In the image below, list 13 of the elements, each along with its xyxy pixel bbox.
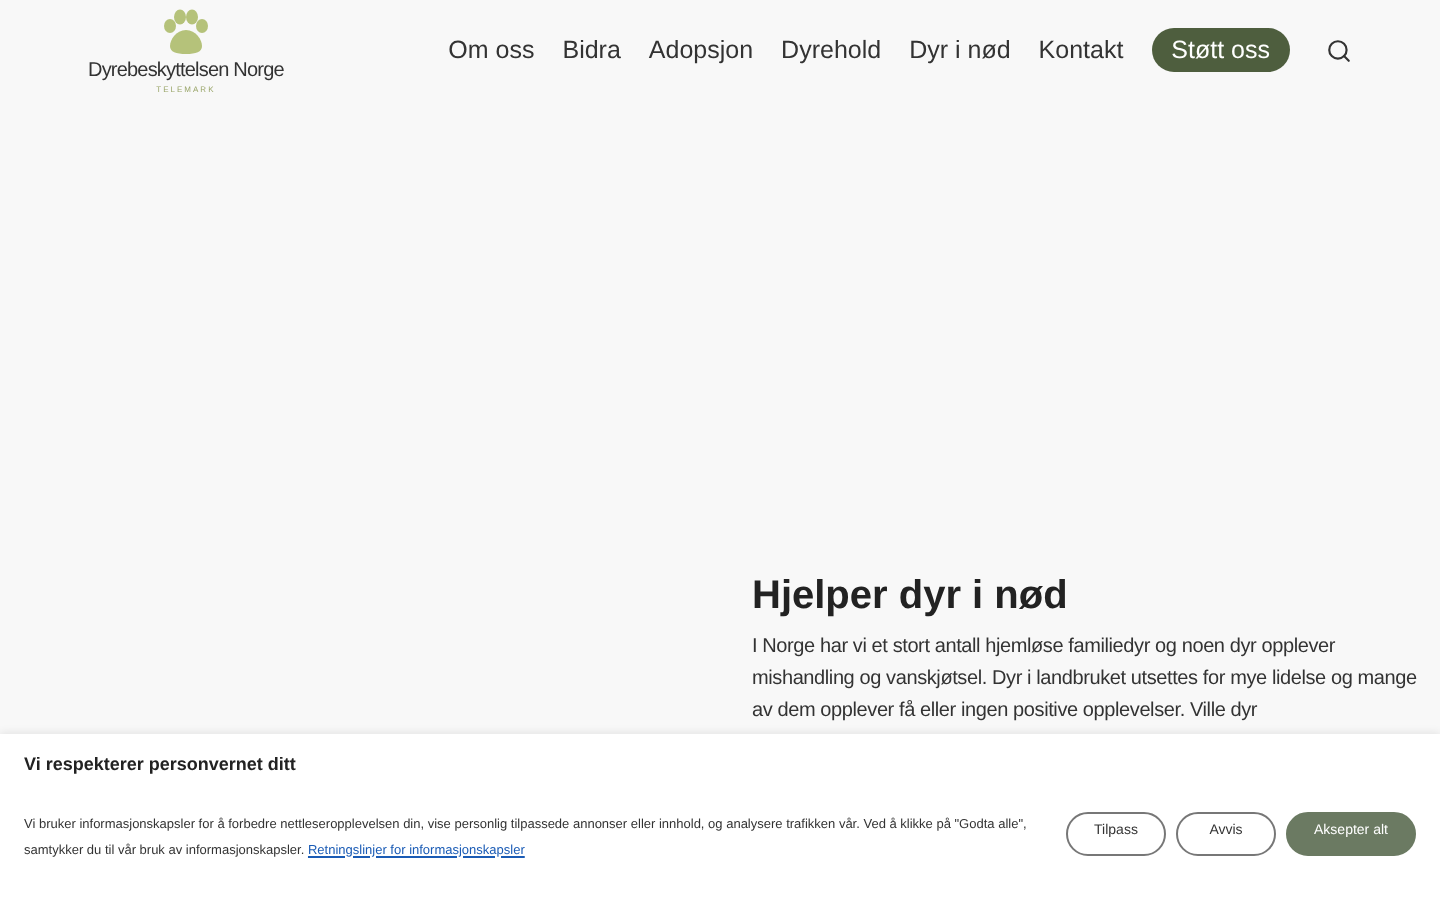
nav-link[interactable]: Kontakt (1038, 31, 1124, 69)
paw-logo-icon (159, 8, 212, 56)
nav-link[interactable]: Dyr i nød (909, 31, 1011, 69)
hero-heading: Hjelper dyr i nød (752, 572, 1070, 620)
search-icon[interactable] (1326, 37, 1352, 63)
nav-link[interactable]: Dyrehold (781, 31, 882, 69)
support-button[interactable]: Støtt oss (1151, 28, 1290, 72)
nav-link[interactable]: Om oss (448, 31, 535, 69)
cookie-title: Vi respekterer personvernet ditt (24, 752, 298, 778)
hero-text: I Norge har vi et stort antall hjemløse familiedyr og noen dyr opplever mishandling og vanskjøtsel. Dyr i landbruket utsettes for mye lidelse og mange av dem opplever få eller ingen positive opplevelser. Ville dyr (752, 634, 1419, 726)
nav-link[interactable]: Adopsjon (648, 31, 754, 69)
logo-wordmark: Dyrebeskyttelsen Norge (88, 60, 284, 84)
nav-link[interactable]: Bidra (562, 31, 621, 69)
